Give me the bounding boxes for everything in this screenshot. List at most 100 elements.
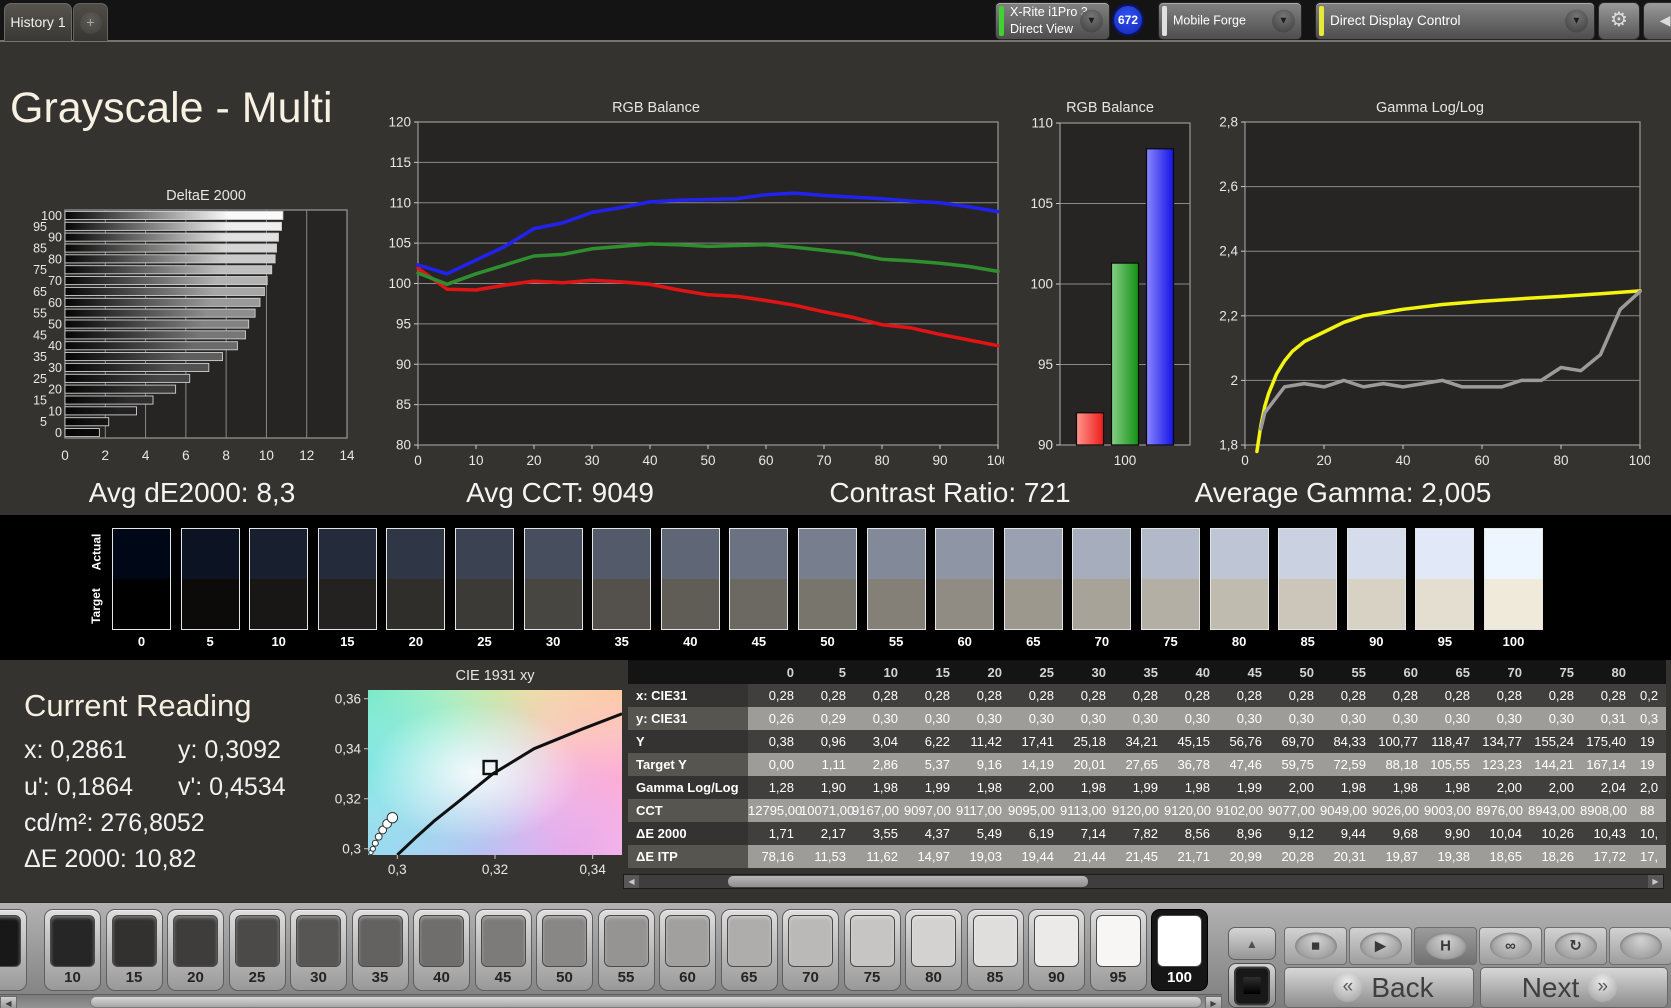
table-column-header: 20 [987, 665, 1002, 680]
level-button-65[interactable]: 65 [720, 909, 778, 991]
level-button-40[interactable]: 40 [413, 909, 470, 991]
table-column-header: 0 [786, 665, 794, 680]
level-button-55[interactable]: 55 [597, 909, 655, 991]
next-button[interactable]: Next» [1480, 967, 1668, 1008]
repeat-button[interactable]: ↻ [1544, 927, 1607, 965]
continuous-button[interactable]: ∞ [1479, 927, 1542, 965]
table-scrollbar-thumb[interactable] [728, 876, 1088, 887]
table-cell: 1,90 [820, 780, 846, 795]
back-button[interactable]: «Back [1284, 967, 1474, 1008]
level-button-80[interactable]: 80 [905, 909, 962, 991]
next-icon: » [1588, 973, 1618, 1003]
actual-swatch [936, 529, 994, 579]
level-button-100[interactable]: 100 [1151, 909, 1208, 991]
table-cell: 11,62 [866, 849, 898, 864]
table-cell: 11,42 [970, 734, 1002, 749]
table-scrollbar[interactable]: ◀ ▶ [623, 874, 1664, 889]
table-cell: 19,87 [1385, 849, 1418, 864]
grayscale-swatch [729, 528, 789, 630]
svg-text:30: 30 [584, 453, 599, 468]
level-button-60[interactable]: 60 [659, 909, 716, 991]
level-button-95[interactable]: 95 [1089, 909, 1147, 991]
level-button-25[interactable]: 25 [228, 909, 286, 991]
level-label: 35 [371, 969, 389, 986]
table-row-label: Y [628, 730, 748, 753]
table-cell: 1,99 [924, 780, 950, 795]
target-swatch [456, 579, 513, 629]
level-button-45[interactable]: 45 [474, 909, 532, 991]
table-cell: 3,55 [872, 826, 898, 841]
level-button-90[interactable]: 90 [1028, 909, 1085, 991]
step-button[interactable]: H [1414, 927, 1477, 965]
pattern-window-button[interactable] [1228, 963, 1276, 1008]
meter-dropdown[interactable]: X-Rite i1Pro 3 Direct View ▼ [995, 2, 1110, 40]
svg-text:80: 80 [48, 252, 62, 266]
table-cell: 2,86 [872, 757, 898, 772]
expand-levels-button[interactable]: ▲ [1228, 927, 1276, 960]
source-dropdown[interactable]: Mobile Forge ▼ [1158, 2, 1302, 40]
level-label: 90 [1048, 969, 1065, 986]
table-cell: 0,30 [1444, 711, 1470, 726]
grayscale-level-label: 85 [1300, 634, 1315, 649]
add-tab-button[interactable]: + [73, 3, 108, 41]
level-button-75[interactable]: 75 [843, 909, 901, 991]
level-swatch [788, 915, 833, 967]
grayscale-level-label: 20 [408, 634, 424, 649]
table-cell: 6,22 [924, 734, 950, 749]
level-button-10[interactable]: 10 [44, 909, 101, 991]
toolbar-scrollbar[interactable]: ◀ ▶ [0, 994, 1222, 1008]
table-cell: 19,44 [1021, 849, 1054, 864]
stop-button[interactable]: ■ [1284, 927, 1347, 965]
play-button[interactable]: ▶ [1349, 927, 1412, 965]
table-cell: 105,55 [1430, 757, 1470, 772]
actual-swatch [867, 529, 925, 579]
svg-text:100: 100 [1030, 277, 1053, 292]
scroll-right-icon[interactable]: ▶ [1205, 996, 1222, 1008]
table-cell: 69,70 [1281, 734, 1314, 749]
results-table: 0 5 10 15 20 25 30 35 40 45 50 55 60 65 70 75 80 x: CIE31… [628, 660, 1666, 868]
table-cell: 2,00 [1548, 780, 1574, 795]
table-cell-partial: 10, [1640, 826, 1659, 841]
display-control-dropdown[interactable]: Direct Display Control ▼ [1315, 2, 1595, 40]
table-cell: 2,17 [820, 826, 846, 841]
table-cell: 9,16 [976, 757, 1002, 772]
grayscale-level-label: 75 [1163, 634, 1178, 649]
table-cell: 5,49 [976, 826, 1002, 841]
level-swatch [0, 915, 21, 967]
table-cell: 7,14 [1080, 826, 1106, 841]
scroll-right-icon[interactable]: ▶ [1648, 875, 1663, 888]
level-button[interactable] [0, 909, 27, 991]
extra-button[interactable] [1609, 927, 1671, 965]
grayscale-swatch [935, 528, 995, 630]
tab-history-1[interactable]: History 1 [4, 3, 72, 41]
level-swatch [50, 915, 95, 967]
table-cell: 78,16 [761, 849, 794, 864]
level-button-35[interactable]: 35 [351, 909, 409, 991]
target-swatch [867, 579, 925, 629]
toolbar-scrollbar-thumb[interactable] [90, 996, 1202, 1008]
table-cell-partial: 88 [1640, 803, 1655, 818]
level-button-85[interactable]: 85 [966, 909, 1024, 991]
svg-text:5: 5 [40, 415, 47, 429]
level-label: 80 [925, 969, 942, 986]
table-cell: 0,28 [1600, 688, 1626, 703]
table-cell: 20,31 [1333, 849, 1366, 864]
table-cell: 14,19 [1021, 757, 1054, 772]
level-button-50[interactable]: 50 [536, 909, 593, 991]
settings-button[interactable]: ⚙ [1598, 2, 1640, 40]
scroll-left-icon[interactable]: ◀ [0, 996, 17, 1008]
level-swatch [173, 915, 218, 967]
level-button-70[interactable]: 70 [782, 909, 839, 991]
contrast-ratio-stat: Contrast Ratio: 721 [829, 477, 1071, 508]
collapse-panel-button[interactable]: ◀ [1643, 2, 1671, 40]
level-button-15[interactable]: 15 [105, 909, 163, 991]
table-cell-partial: 0,2 [1640, 688, 1659, 703]
svg-text:80: 80 [396, 438, 411, 453]
table-cell: 155,24 [1534, 734, 1574, 749]
level-button-20[interactable]: 20 [167, 909, 224, 991]
actual-swatch [661, 529, 719, 579]
reading-count-badge[interactable]: 672 [1112, 4, 1144, 36]
table-cell: 1,99 [1132, 780, 1158, 795]
level-button-30[interactable]: 30 [290, 909, 347, 991]
table-cell: 17,41 [1021, 734, 1054, 749]
